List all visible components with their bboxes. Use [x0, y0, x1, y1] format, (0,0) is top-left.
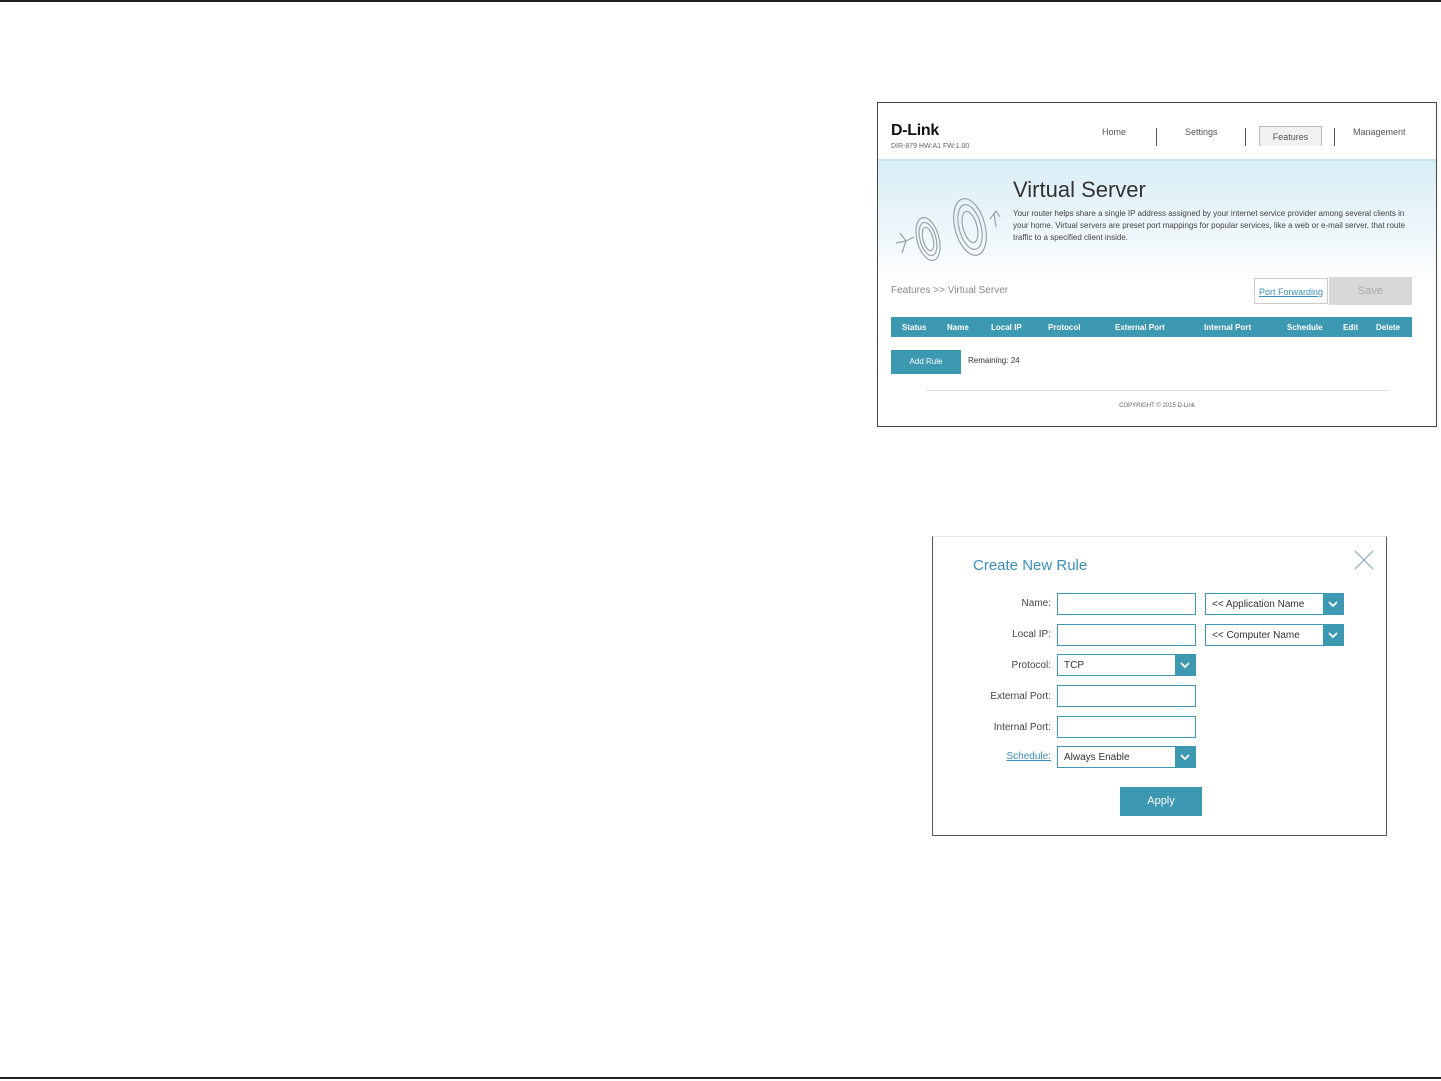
column-header: Schedule — [1287, 323, 1323, 332]
footer-divider — [926, 390, 1390, 391]
protocol-label: Protocol: — [1011, 660, 1051, 671]
computer-name-value: << Computer Name — [1212, 630, 1300, 641]
apply-button[interactable]: Apply — [1120, 787, 1202, 816]
page-banner: Virtual Server Your router helps share a… — [878, 159, 1436, 279]
chevron-down-icon — [1323, 594, 1343, 614]
schedule-value: Always Enable — [1064, 752, 1130, 763]
application-name-value: << Application Name — [1212, 599, 1305, 610]
protocol-select[interactable]: TCP — [1057, 654, 1196, 676]
column-header: Edit — [1343, 323, 1359, 332]
nav-divider — [1245, 128, 1246, 146]
close-icon[interactable] — [1353, 549, 1375, 571]
column-header: External Port — [1115, 323, 1165, 332]
page-bottom-rule — [0, 1077, 1441, 1079]
breadcrumb: Features >> Virtual Server — [891, 285, 1009, 296]
nav-management[interactable]: Management — [1353, 127, 1406, 137]
remaining-count: Remaining: 24 — [968, 356, 1020, 365]
page-top-rule — [0, 0, 1441, 2]
add-rule-button[interactable]: Add Rule — [891, 350, 961, 374]
schedule-link[interactable]: Schedule: — [933, 751, 1051, 762]
column-header: Local IP — [991, 323, 1022, 332]
schedule-select[interactable]: Always Enable — [1057, 746, 1196, 768]
protocol-value: TCP — [1064, 660, 1084, 671]
dialog-title: Create New Rule — [973, 557, 1088, 574]
rules-table-header: Status Name Local IP Protocol External P… — [891, 317, 1412, 337]
virtual-server-screenshot: D-Link DIR-879 HW:A1 FW:1.00 Home Settin… — [877, 102, 1437, 427]
internal-port-input[interactable] — [1057, 716, 1196, 738]
create-rule-dialog: Create New Rule Name: << Application Nam… — [932, 536, 1387, 836]
chevron-down-icon — [1175, 747, 1195, 767]
name-label: Name: — [1021, 598, 1051, 609]
nav-divider — [1334, 128, 1335, 146]
column-header: Status — [902, 323, 927, 332]
router-header: D-Link DIR-879 HW:A1 FW:1.00 Home Settin… — [878, 103, 1436, 159]
nav-settings[interactable]: Settings — [1185, 127, 1218, 137]
page-title: Virtual Server — [1013, 177, 1146, 202]
dlink-logo: D-Link — [891, 122, 939, 139]
nav-divider — [1156, 128, 1157, 146]
page-description: Your router helps share a single IP addr… — [1013, 209, 1406, 242]
column-header: Internal Port — [1204, 323, 1252, 332]
column-header: Name — [947, 323, 969, 332]
computer-name-select[interactable]: << Computer Name — [1205, 624, 1344, 646]
nav-features[interactable]: Features — [1259, 126, 1322, 146]
internal-port-label: Internal Port: — [993, 722, 1051, 733]
port-forwarding-link[interactable]: Port Forwarding — [1254, 278, 1328, 304]
external-port-label: External Port: — [990, 691, 1051, 702]
virtual-server-icon — [895, 198, 1001, 262]
chevron-down-icon — [1175, 655, 1195, 675]
external-port-input[interactable] — [1057, 685, 1196, 707]
local-ip-input[interactable] — [1057, 624, 1196, 646]
column-header: Protocol — [1048, 323, 1081, 332]
column-header: Delete — [1376, 323, 1401, 332]
save-button[interactable]: Save — [1329, 277, 1412, 305]
copyright: COPYRIGHT © 2015 D-Link — [1119, 403, 1195, 409]
nav-home[interactable]: Home — [1102, 127, 1126, 137]
chevron-down-icon — [1323, 625, 1343, 645]
local-ip-label: Local IP: — [1012, 629, 1051, 640]
application-name-select[interactable]: << Application Name — [1205, 593, 1344, 615]
name-input[interactable] — [1057, 593, 1196, 615]
model-info: DIR-879 HW:A1 FW:1.00 — [891, 143, 970, 150]
